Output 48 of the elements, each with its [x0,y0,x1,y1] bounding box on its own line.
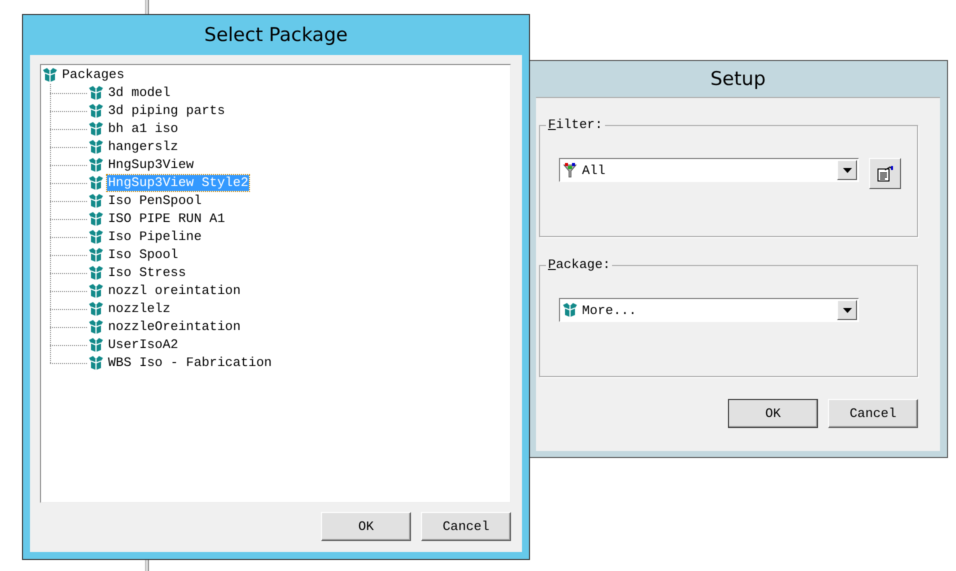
funnel-icon [562,162,578,178]
box-icon [562,302,578,318]
tree-item[interactable]: 3d piping parts [107,103,226,119]
box-icon [88,355,104,371]
box-icon [88,139,104,155]
tree-item[interactable]: Packages [61,67,126,83]
box-icon [88,175,104,191]
tree-item[interactable]: Iso Spool [107,247,180,263]
box-icon [42,67,58,83]
tree-item[interactable]: UserIsoA2 [107,337,180,353]
box-icon [88,121,104,137]
box-icon [88,265,104,281]
clipboard-icon [876,164,894,182]
tree-item[interactable]: hangerslz [107,139,180,155]
box-icon [88,193,104,209]
cancel-button[interactable]: Cancel [828,399,918,428]
tree-item[interactable]: Iso Stress [107,265,188,281]
tree-item[interactable]: HngSup3View [107,157,195,173]
box-icon [88,85,104,101]
ok-button[interactable]: OK [321,512,411,541]
tree-item[interactable]: 3d model [107,85,172,101]
box-icon [88,319,104,335]
tree-item[interactable]: Iso Pipeline [107,229,203,245]
window-title: Setup [709,67,767,92]
tree-item[interactable]: nozzleOreintation [107,319,242,335]
tree-item[interactable]: bh a1 iso [107,121,180,137]
tree-item[interactable]: nozzlelz [107,301,172,317]
window-title: Select Package [203,23,349,48]
group-label: Filter: [546,117,605,133]
tree-item[interactable]: Iso PenSpool [107,193,203,209]
tree-item[interactable]: nozzl oreintation [107,283,242,299]
tree-item[interactable]: ISO PIPE RUN A1 [107,211,226,227]
box-icon [88,283,104,299]
box-icon [88,301,104,317]
group-label: Package: [546,257,612,273]
box-icon [88,157,104,173]
cancel-button[interactable]: Cancel [421,512,511,541]
dropdown-field[interactable]: All [559,158,859,182]
properties-button[interactable] [869,158,901,189]
box-icon [88,337,104,353]
tree-item[interactable]: WBS Iso - Fabrication [107,355,273,371]
dropdown-field[interactable]: More... [559,298,859,322]
box-icon [88,103,104,119]
box-icon [88,247,104,263]
package-tree[interactable] [40,64,511,503]
box-icon [88,229,104,245]
ok-button[interactable]: OK [728,399,818,428]
box-icon [88,211,104,227]
